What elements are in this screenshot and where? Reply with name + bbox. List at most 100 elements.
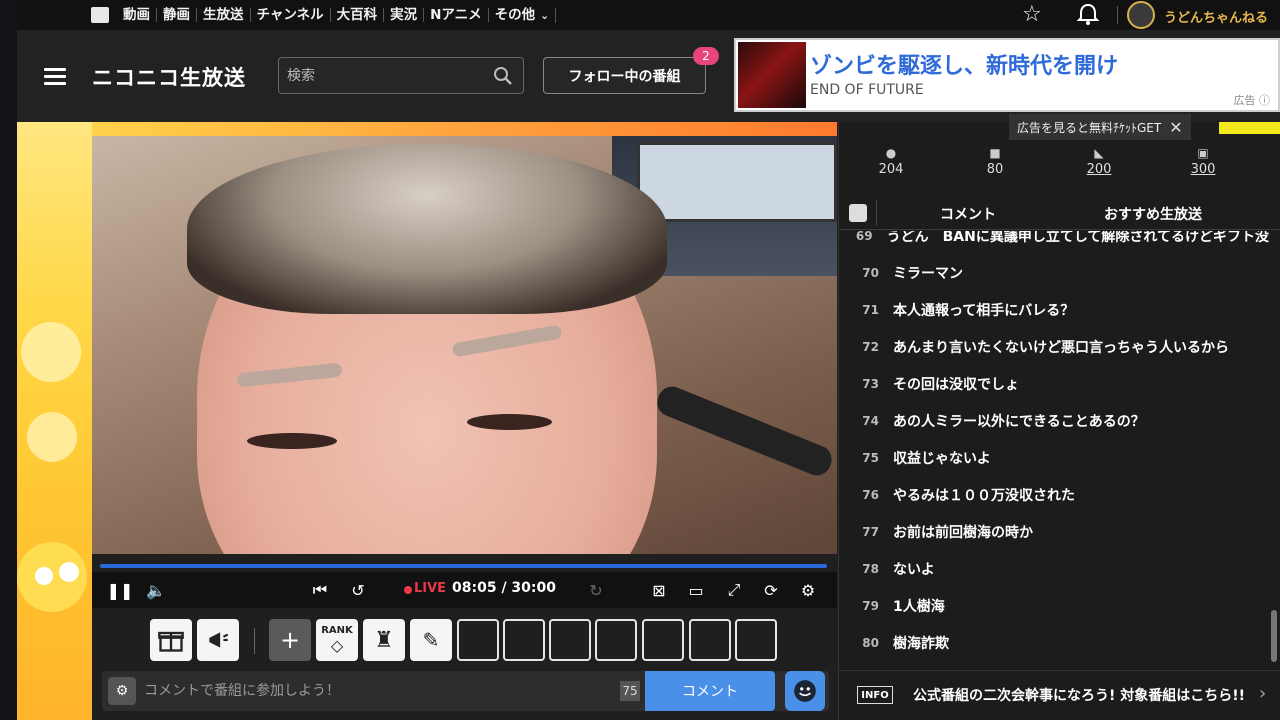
- username[interactable]: うどんちゃんねる: [1164, 7, 1268, 26]
- search-icon[interactable]: [493, 66, 513, 86]
- free-ticket-promo[interactable]: 広告を見ると無料ﾁｹｯﾄGET ✕: [1009, 114, 1191, 140]
- fullscreen-icon[interactable]: ⤢: [722, 578, 746, 602]
- niconico-home-icon[interactable]: [91, 7, 109, 23]
- info-icon[interactable]: ⓘ: [1259, 94, 1270, 107]
- comment-number: 79: [862, 598, 879, 613]
- nav-link-live[interactable]: 生放送: [197, 8, 251, 22]
- comment-number: 70: [862, 265, 879, 280]
- char-count: 75: [620, 681, 640, 701]
- stats-row: ● 204 ■ 80 ◣ 200 ▣ 300: [839, 146, 1280, 186]
- gift-points[interactable]: 300: [1191, 162, 1216, 177]
- comment-text: お前は前回樹海の時か: [893, 524, 1033, 541]
- castle-icon[interactable]: ♜: [363, 619, 405, 661]
- ad-banner[interactable]: ゾンビを駆逐し、新時代を開け END OF FUTURE 広告 ⓘ: [734, 38, 1280, 112]
- empty-slot[interactable]: [549, 619, 591, 661]
- nav-link-channel[interactable]: チャンネル: [251, 8, 331, 22]
- comment-count: 80: [986, 162, 1004, 177]
- info-text: 公式番組の二次会幹事になろう! 対象番組はこちら!!: [913, 688, 1246, 704]
- tab-comments[interactable]: コメント: [940, 204, 996, 224]
- empty-slot[interactable]: [642, 619, 684, 661]
- comment-text: 収益じゃないよ: [893, 450, 991, 467]
- list-item: 75 収益じゃないよ: [839, 439, 1269, 476]
- comment-stat: ■ 80: [943, 146, 1047, 186]
- reload-icon[interactable]: ⟳: [759, 578, 783, 602]
- chevron-right-icon[interactable]: ›: [1259, 683, 1266, 704]
- list-item: 73 その回は没収でしょ: [839, 365, 1269, 402]
- creature-icon[interactable]: ✎: [410, 619, 452, 661]
- bell-icon[interactable]: [1075, 2, 1101, 26]
- empty-slot[interactable]: [595, 619, 637, 661]
- video-player[interactable]: [92, 136, 837, 554]
- avatar[interactable]: [1127, 1, 1155, 29]
- nav-link-more-label: その他: [494, 6, 536, 23]
- star-icon[interactable]: ☆: [1022, 2, 1042, 27]
- live-dot: [404, 586, 412, 594]
- empty-slot[interactable]: [735, 619, 777, 661]
- site-logo[interactable]: ニコニコ生放送: [92, 62, 246, 92]
- playback-time: 08:05 / 30:00: [452, 580, 556, 596]
- comment-settings-icon[interactable]: ⚙: [108, 677, 136, 705]
- emote-icon[interactable]: [785, 671, 825, 711]
- gift-small-icon: ▣: [1197, 146, 1209, 160]
- comment-number: 74: [862, 413, 879, 428]
- rank-label: RANK: [321, 625, 353, 636]
- player-controls: ❚❚ 🔈 ⏮ ↺ LIVE 08:05 / 30:00 ↻ ⊠ ▭ ⤢ ⟳ ⚙: [92, 572, 837, 608]
- comment-input[interactable]: [144, 681, 604, 701]
- playback-progress[interactable]: [100, 564, 827, 568]
- following-programs-button[interactable]: フォロー中の番組: [543, 57, 706, 94]
- nav-link-nanime[interactable]: Nアニメ: [424, 8, 489, 22]
- settings-gear-icon[interactable]: ⚙: [796, 578, 820, 602]
- comment-text: その回は没収でしょ: [893, 376, 1019, 393]
- comment-text: 本人通報って相手にバレる？: [893, 302, 1075, 319]
- comment-text: 樹海詐欺: [893, 635, 949, 652]
- comment-number: 80: [862, 635, 879, 650]
- comment-icon: ■: [989, 146, 1001, 160]
- comment-submit-button[interactable]: コメント: [645, 671, 775, 711]
- skip-back-icon[interactable]: ⏮: [308, 578, 332, 602]
- action-bar: + RANK ◇ ♜ ✎: [92, 616, 837, 662]
- action-divider: [254, 628, 255, 654]
- comment-filter-icon[interactable]: [849, 204, 867, 222]
- gift-icon[interactable]: [150, 619, 192, 661]
- megaphone-icon: ◣: [1094, 146, 1104, 160]
- ad-stat[interactable]: ◣ 200: [1047, 146, 1151, 186]
- nav-link-more[interactable]: その他 ⌄: [489, 6, 557, 23]
- pause-icon[interactable]: ❚❚: [107, 578, 134, 602]
- search-input[interactable]: [287, 66, 487, 86]
- tab-recommended[interactable]: おすすめ生放送: [1104, 204, 1202, 224]
- list-item: 78 ないよ: [839, 550, 1269, 587]
- ad-megaphone-icon[interactable]: [197, 619, 239, 661]
- comment-number: 71: [862, 302, 879, 317]
- empty-slot[interactable]: [457, 619, 499, 661]
- rewind-10-icon[interactable]: ↺: [346, 578, 370, 602]
- empty-slot[interactable]: [689, 619, 731, 661]
- rank-icon[interactable]: RANK ◇: [316, 619, 358, 661]
- comment-list[interactable]: 69 うどん BANに異議申し立てして解除されてるけどギフト没 70 ミラーマン 7…: [839, 231, 1269, 662]
- tab-divider: [876, 200, 877, 226]
- theater-mode-icon[interactable]: ▭: [684, 578, 708, 602]
- live-label[interactable]: LIVE: [414, 581, 446, 596]
- close-icon[interactable]: ✕: [1169, 118, 1182, 137]
- info-banner[interactable]: INFO 公式番組の二次会幹事になろう! 対象番組はこちら!! ›: [839, 670, 1280, 720]
- volume-icon[interactable]: 🔈: [144, 578, 168, 602]
- streamer-hair: [187, 144, 667, 314]
- comment-text: 1人樹海: [893, 598, 945, 615]
- comment-off-icon[interactable]: ⊠: [647, 578, 671, 602]
- comment-number: 73: [862, 376, 879, 391]
- nav-link-jikkyo[interactable]: 実況: [384, 8, 425, 22]
- comment-scrollbar[interactable]: [1271, 610, 1277, 662]
- list-item: 72 あんまり言いたくないけど悪口言っちゃう人いるから: [839, 328, 1269, 365]
- add-item-button[interactable]: +: [269, 619, 311, 661]
- ad-points[interactable]: 200: [1087, 162, 1112, 177]
- empty-slot[interactable]: [503, 619, 545, 661]
- list-item: 76 やるみは１００万没収された: [839, 476, 1269, 513]
- nav-link-dic[interactable]: 大百科: [331, 8, 385, 22]
- chevron-down-icon: ⌄: [536, 8, 550, 22]
- list-item: 80 樹海詐欺: [839, 624, 1269, 661]
- gift-stat[interactable]: ▣ 300: [1151, 146, 1255, 186]
- left-gutter: [0, 0, 17, 720]
- menu-icon[interactable]: [44, 68, 66, 89]
- nav-link-seiga[interactable]: 静画: [157, 8, 197, 22]
- nav-link-video[interactable]: 動画: [117, 8, 157, 22]
- comment-text: ないよ: [893, 561, 935, 578]
